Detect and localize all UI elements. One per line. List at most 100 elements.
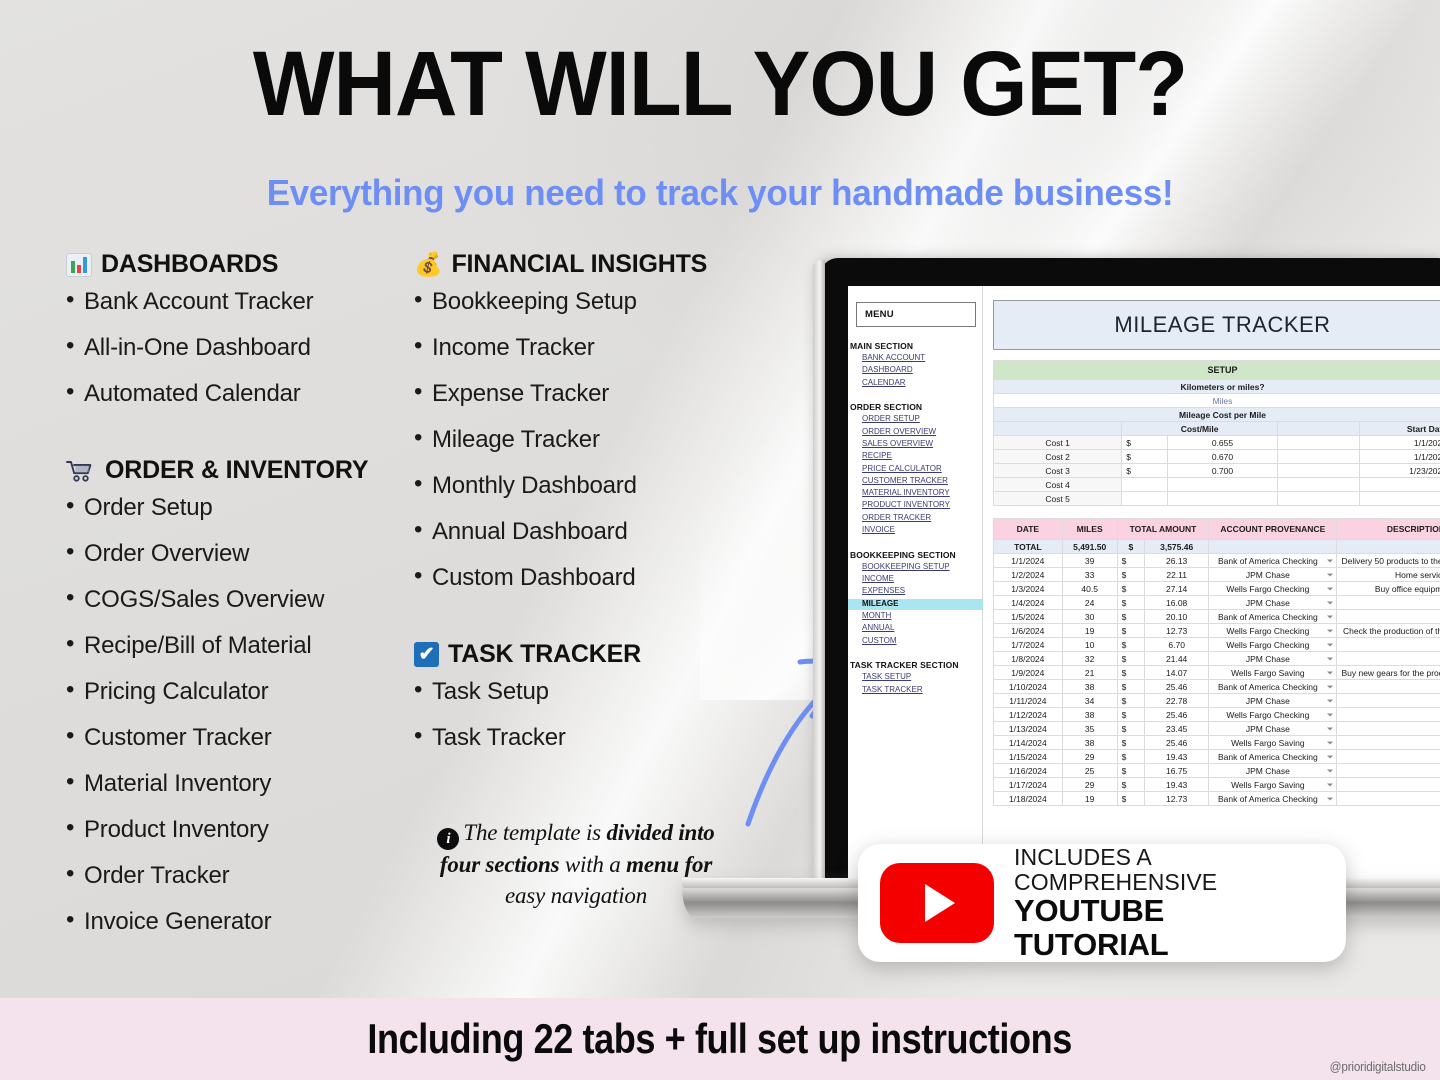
- list-item: Order Overview: [66, 540, 426, 566]
- cell-account[interactable]: Wells Fargo Saving: [1208, 735, 1338, 750]
- menu-item-product-inventory[interactable]: PRODUCT INVENTORY: [862, 500, 982, 511]
- menu-item-custom[interactable]: CUSTOM: [862, 636, 982, 647]
- cell-date: 1/1/2024: [993, 553, 1063, 568]
- chevron-down-icon[interactable]: [1327, 657, 1334, 660]
- features-column-left: DASHBOARDS Bank Account Tracker All-in-O…: [66, 250, 426, 956]
- list-item: Task Setup: [414, 678, 744, 704]
- cost-currency: [1121, 491, 1169, 506]
- menu-item-order-setup[interactable]: ORDER SETUP: [862, 414, 982, 425]
- menu-item-task-setup[interactable]: TASK SETUP: [862, 672, 982, 683]
- cell-account[interactable]: Bank of America Checking: [1208, 609, 1338, 624]
- cell-description: Buy office equipme: [1336, 581, 1440, 596]
- cell-currency: $: [1116, 791, 1146, 806]
- chevron-down-icon[interactable]: [1327, 713, 1334, 716]
- cell-date: 1/2/2024: [993, 567, 1063, 582]
- chevron-down-icon[interactable]: [1327, 699, 1334, 702]
- cell-account[interactable]: Bank of America Checking: [1208, 791, 1338, 806]
- studio-handle: @prioridigitalstudio: [1329, 1059, 1426, 1074]
- list-item: Bookkeeping Setup: [414, 288, 744, 314]
- cost-rate: 0.700: [1167, 463, 1278, 478]
- cell-account[interactable]: Bank of America Checking: [1208, 679, 1338, 694]
- menu-item-expenses[interactable]: EXPENSES: [862, 586, 982, 597]
- cell-amount: 19.43: [1144, 777, 1210, 792]
- cell-account[interactable]: JPM Chase: [1208, 595, 1338, 610]
- chevron-down-icon[interactable]: [1327, 797, 1334, 800]
- chevron-down-icon[interactable]: [1327, 643, 1334, 646]
- cell-account[interactable]: Wells Fargo Checking: [1208, 581, 1338, 596]
- youtube-tutorial-badge[interactable]: INCLUDES A COMPREHENSIVE YOUTUBE TUTORIA…: [858, 844, 1346, 962]
- cell-account[interactable]: JPM Chase: [1208, 763, 1338, 778]
- table-row: 1/1/2024 39 $26.13 Bank of America Checking…: [993, 553, 1440, 568]
- cell-miles: 30: [1061, 609, 1118, 624]
- cost-start-date: 1/23/2025: [1359, 463, 1440, 478]
- chevron-down-icon[interactable]: [1327, 685, 1334, 688]
- chevron-down-icon[interactable]: [1327, 783, 1334, 786]
- cell-account[interactable]: Wells Fargo Checking: [1208, 623, 1338, 638]
- cell-account[interactable]: JPM Chase: [1208, 693, 1338, 708]
- menu-item-calendar[interactable]: CALENDAR: [862, 378, 982, 389]
- chevron-down-icon[interactable]: [1327, 741, 1334, 744]
- cell-account[interactable]: Wells Fargo Checking: [1208, 707, 1338, 722]
- menu-item-customer-tracker[interactable]: CUSTOMER TRACKER: [862, 476, 982, 487]
- chevron-down-icon[interactable]: [1327, 573, 1334, 576]
- table-row: 1/12/2024 38 $25.46 Wells Fargo Checking: [993, 707, 1440, 722]
- chevron-down-icon[interactable]: [1327, 671, 1334, 674]
- chevron-down-icon[interactable]: [1327, 587, 1334, 590]
- chevron-down-icon[interactable]: [1327, 629, 1334, 632]
- chevron-down-icon[interactable]: [1327, 755, 1334, 758]
- table-row: Kilometers or miles?: [993, 379, 1440, 394]
- menu-item-dashboard[interactable]: DASHBOARD: [862, 365, 982, 376]
- menu-item-order-overview[interactable]: ORDER OVERVIEW: [862, 427, 982, 438]
- cell-account[interactable]: JPM Chase: [1208, 567, 1338, 582]
- section-heading-financial-insights: 💰 FINANCIAL INSIGHTS: [414, 250, 744, 279]
- menu-item-month[interactable]: MONTH: [862, 611, 982, 622]
- table-row: Cost 2$0.670 1/1/2024: [992, 449, 1440, 464]
- chevron-down-icon[interactable]: [1327, 601, 1334, 604]
- cost-label: Cost 5: [992, 491, 1123, 506]
- menu-item-price-calculator[interactable]: PRICE CALCULATOR: [862, 464, 982, 475]
- menu-item-order-tracker[interactable]: ORDER TRACKER: [862, 513, 982, 524]
- menu-item-bookkeeping-setup[interactable]: BOOKKEEPING SETUP: [862, 562, 982, 573]
- cell-account[interactable]: Bank of America Checking: [1208, 749, 1338, 764]
- cell-account[interactable]: Wells Fargo Saving: [1208, 665, 1338, 680]
- cell-date: 1/17/2024: [993, 777, 1063, 792]
- menu-item-bank-account[interactable]: BANK ACCOUNT: [862, 353, 982, 364]
- cell-account[interactable]: JPM Chase: [1208, 651, 1338, 666]
- cell-miles: 24: [1061, 595, 1118, 610]
- cell-date: 1/4/2024: [993, 595, 1063, 610]
- chevron-down-icon[interactable]: [1327, 727, 1334, 730]
- cell-miles: 34: [1061, 693, 1118, 708]
- menu-item-annual[interactable]: ANNUAL: [862, 623, 982, 634]
- menu-item-sales-overview[interactable]: SALES OVERVIEW: [862, 439, 982, 450]
- table-row: 1/9/2024 21 $14.07 Wells Fargo Saving Buy ne…: [993, 665, 1440, 680]
- chevron-down-icon[interactable]: [1327, 559, 1334, 562]
- list-item: Material Inventory: [66, 770, 426, 796]
- chevron-down-icon[interactable]: [1327, 615, 1334, 618]
- cell-amount: 12.73: [1144, 623, 1210, 638]
- footer-text: Including 22 tabs + full set up instruct…: [367, 1015, 1073, 1062]
- cell-account[interactable]: Wells Fargo Saving: [1208, 777, 1338, 792]
- cell-account[interactable]: Bank of America Checking: [1208, 553, 1338, 568]
- table-row: 1/18/2024 19 $12.73 Bank of America Checkin…: [993, 791, 1440, 806]
- cell-miles: 38: [1061, 707, 1118, 722]
- menu-item-invoice[interactable]: INVOICE: [862, 525, 982, 536]
- cost-currency: $: [1121, 463, 1169, 478]
- chevron-down-icon[interactable]: [1327, 769, 1334, 772]
- cell-account[interactable]: Wells Fargo Checking: [1208, 637, 1338, 652]
- menu-item-mileage[interactable]: MILEAGE: [848, 598, 983, 610]
- table-row: Miles: [993, 393, 1440, 408]
- menu-item-income[interactable]: INCOME: [862, 574, 982, 585]
- cell-amount: 26.13: [1144, 553, 1210, 568]
- cell-account[interactable]: JPM Chase: [1208, 721, 1338, 736]
- cost-start-date: 1/1/2023: [1359, 435, 1440, 450]
- cell-amount: 25.46: [1144, 735, 1210, 750]
- menu-item-material-inventory[interactable]: MATERIAL INVENTORY: [862, 488, 982, 499]
- cell-amount: 16.08: [1144, 595, 1210, 610]
- menu-item-task-tracker[interactable]: TASK TRACKER: [862, 685, 982, 696]
- info-icon: i: [437, 828, 460, 850]
- total-blank2: [1336, 539, 1440, 554]
- menu-item-recipe[interactable]: RECIPE: [862, 451, 982, 462]
- cell-description: Delivery 50 products to the cu: [1336, 553, 1440, 568]
- table-row: 1/7/2024 10 $6.70 Wells Fargo Checking: [993, 637, 1440, 652]
- table-row: Cost 1$0.655 1/1/2023: [992, 435, 1440, 450]
